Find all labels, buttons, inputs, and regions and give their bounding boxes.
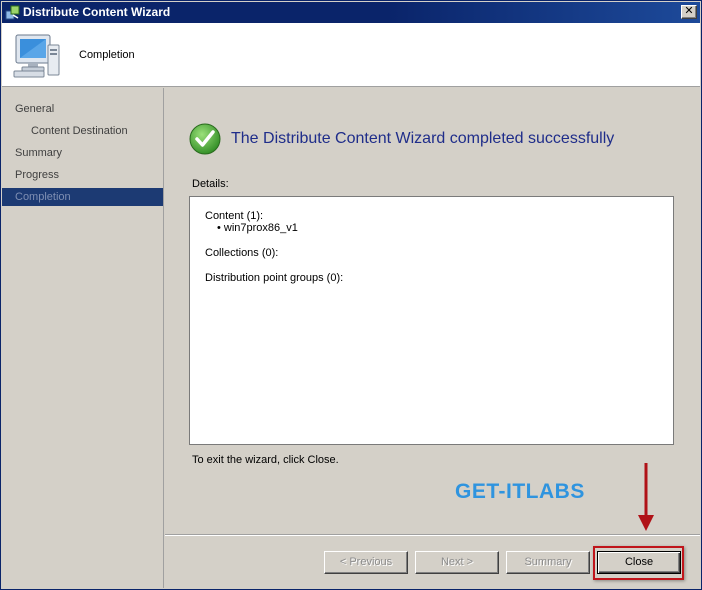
success-message: The Distribute Content Wizard completed … — [231, 130, 615, 147]
footer-separator — [165, 534, 700, 536]
exit-hint: To exit the wizard, click Close. — [192, 454, 339, 466]
nav-item-content-destination[interactable]: Content Destination — [2, 122, 163, 140]
summary-button[interactable]: Summary — [506, 551, 590, 574]
details-label: Details: — [192, 178, 229, 190]
red-arrow-icon — [638, 463, 654, 531]
nav-item-summary[interactable]: Summary — [2, 144, 163, 162]
wizard-header: Completion — [2, 23, 700, 87]
wizard-window: Distribute Content Wizard ✕ Completion G… — [0, 0, 702, 590]
close-window-button[interactable]: ✕ — [681, 5, 697, 19]
next-button[interactable]: Next > — [415, 551, 499, 574]
details-collections: Collections (0): — [205, 247, 279, 259]
close-icon: ✕ — [684, 5, 694, 17]
nav-item-completion[interactable]: Completion — [2, 188, 163, 206]
wizard-app-icon — [5, 5, 20, 20]
wizard-nav: General Content Destination Summary Prog… — [2, 88, 164, 588]
title-bar[interactable]: Distribute Content Wizard ✕ — [2, 2, 700, 23]
computer-icon — [13, 34, 60, 78]
green-check-icon — [189, 123, 221, 155]
close-highlight-box — [593, 546, 684, 580]
details-content-header: Content (1): — [205, 210, 264, 222]
nav-item-progress[interactable]: Progress — [2, 166, 163, 184]
completion-panel: The Distribute Content Wizard completed … — [165, 88, 700, 536]
details-content-item: • win7prox86_v1 — [217, 222, 298, 234]
watermark-text: GET-ITLABS — [455, 480, 585, 503]
details-box[interactable]: Content (1): • win7prox86_v1 Collections… — [189, 196, 674, 445]
details-dp-groups: Distribution point groups (0): — [205, 272, 344, 284]
window-title: Distribute Content Wizard — [23, 5, 171, 19]
nav-item-general[interactable]: General — [2, 100, 163, 118]
previous-button[interactable]: < Previous — [324, 551, 408, 574]
page-title: Completion — [79, 49, 135, 61]
